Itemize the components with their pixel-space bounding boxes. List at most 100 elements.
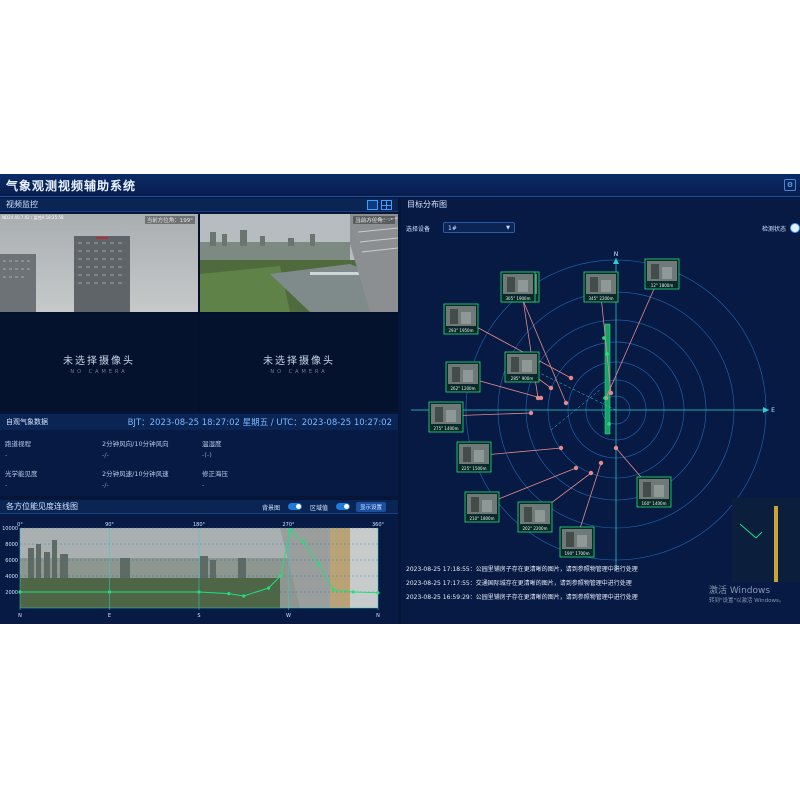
zone-toggle-label: 区域值 xyxy=(310,505,329,512)
device-select[interactable]: 1# ▼ xyxy=(443,222,515,233)
no-camera-text: 未选择摄像头 xyxy=(263,355,335,367)
target-label: 190° 1700m xyxy=(565,551,590,556)
visibility-line-chart: 10000 8000 6000 4000 2000 0° N 90° E 180° S 270° W 36… xyxy=(2,522,385,619)
target-point xyxy=(573,465,579,471)
runway-marker xyxy=(602,336,606,340)
activation-watermark-text: 转到"设置"以激活 Windows。 xyxy=(709,598,785,604)
target-photo-detail xyxy=(601,280,611,292)
target-photo-detail xyxy=(518,280,528,292)
detect-status-label: 检测状态 xyxy=(761,226,786,233)
x-direction-label: E xyxy=(108,613,111,619)
target-panel-header: 目标分布图 xyxy=(401,198,800,212)
north-arrow xyxy=(613,258,619,264)
log-entry: 2023-08-25 17:17:55：交通国际城存在更清晰的图片，请到参照物管… xyxy=(406,580,632,587)
camera-osd: ND24 40.7.02 / 监控A 18:25:58 xyxy=(2,215,64,220)
bg-toggle-label: 背景图 xyxy=(262,505,281,512)
target-point xyxy=(538,395,544,401)
wx-value-rvr: - xyxy=(5,451,8,459)
y-tick-label: 2000 xyxy=(5,590,18,596)
log-entry: 2023-08-25 16:59:29：公园里铺房子存在更清晰的图片，请到参照物… xyxy=(406,594,638,601)
target-photo-detail xyxy=(452,367,460,382)
wx-label-qnh: 修正海压 xyxy=(202,470,228,478)
sector-line xyxy=(550,388,602,431)
data-point xyxy=(227,592,231,596)
x-direction-label: N xyxy=(18,613,22,619)
target-point xyxy=(548,385,554,391)
target-photo-detail xyxy=(566,532,574,547)
target-photo-detail xyxy=(507,277,515,292)
data-point xyxy=(278,574,283,578)
y-tick-label: 8000 xyxy=(5,542,18,548)
target-panel-title: 目标分布图 xyxy=(407,200,447,209)
wx-label-wind-dir: 2分钟风向/10分钟风向 xyxy=(102,440,169,448)
target-label: 262° 1200m xyxy=(451,386,476,391)
device-select-label: 选择设备 xyxy=(406,226,431,233)
video-cell-2[interactable]: 当前方位角：-° xyxy=(200,214,398,312)
app-window: 气象观测视频辅助系统 ⚙ 视频监控 ND24 40.7.02 / 监控A 18:… xyxy=(0,174,800,624)
target-photo-detail xyxy=(463,447,471,462)
runway-marker xyxy=(605,352,609,356)
target-photo-detail xyxy=(446,410,456,422)
video-cell-3[interactable]: 未选择摄像头 NO CAMERA xyxy=(0,314,198,412)
wx-label-rvr: 跑道视程 xyxy=(5,440,31,448)
target-label: 160° 1400m xyxy=(642,501,667,506)
grid-view-icon[interactable] xyxy=(381,200,392,210)
azimuth-label: 当前方位角：-° xyxy=(353,216,395,224)
direction-label: N xyxy=(614,251,619,258)
target-label: 345° 2200m xyxy=(589,296,614,301)
azimuth-label: 当前方位角：199° xyxy=(144,216,195,224)
runway-marker xyxy=(603,396,607,400)
camera-view-park xyxy=(200,214,398,312)
wx-value-qnh: - xyxy=(202,481,205,489)
wx-label-wind-speed: 2分钟风速/10分钟风速 xyxy=(102,470,169,478)
wx-label-humidity: 温湿度 xyxy=(202,440,222,448)
target-panel: 目标分布图 选择设备 1# ▼ 检测状态 NESW 242° 1800m305°… xyxy=(401,198,800,624)
target-photo-detail xyxy=(435,407,443,422)
data-point xyxy=(376,591,380,595)
log-entry: 2023-08-25 17:18:55：公园里铺房子存在更清晰的图片，请到参照物… xyxy=(406,566,638,573)
target-photo-detail xyxy=(577,535,587,547)
single-view-icon[interactable] xyxy=(367,200,378,210)
settings-icon[interactable]: ⚙ xyxy=(784,179,796,191)
target-photo-detail xyxy=(590,277,598,292)
target-point xyxy=(558,445,564,451)
y-tick-label: 10000 xyxy=(2,526,18,532)
target-connector xyxy=(516,285,567,404)
display-settings-button[interactable]: 显示设置 xyxy=(356,502,387,512)
zone-toggle[interactable] xyxy=(336,503,350,510)
target-photo-detail xyxy=(535,510,545,522)
target-photo-detail xyxy=(471,497,479,512)
detect-status-toggle[interactable] xyxy=(790,223,800,233)
x-direction-label: S xyxy=(197,613,200,619)
bg-toggle[interactable] xyxy=(288,503,302,510)
target-point xyxy=(568,375,574,381)
wind-arrow-icon xyxy=(739,506,778,582)
no-camera-text: 未选择摄像头 xyxy=(63,355,135,367)
wx-value-wind-speed: -/- xyxy=(102,481,109,489)
target-label: 293° 1950m xyxy=(449,328,474,333)
activation-watermark-title: 激活 Windows xyxy=(709,586,771,596)
x-direction-label: W xyxy=(286,613,291,619)
target-point xyxy=(588,470,594,476)
no-camera-subtext: NO CAMERA xyxy=(70,368,128,375)
video-cell-4[interactable]: 未选择摄像头 NO CAMERA xyxy=(200,314,398,412)
target-photo-detail xyxy=(450,309,458,324)
x-tick-label: 360° xyxy=(372,522,385,528)
app-title: 气象观测视频辅助系统 xyxy=(6,179,137,193)
wx-value-humidity: -(-) xyxy=(202,451,212,459)
wx-label-visibility: 光学能见度 xyxy=(5,470,38,478)
video-cell-1[interactable]: ND24 40.7.02 / 监控A 18:25:58 当前方位角：199° xyxy=(0,214,198,312)
x-tick-label: 270° xyxy=(282,522,295,528)
data-point xyxy=(316,562,320,566)
direction-label: E xyxy=(771,407,775,414)
weather-title: 自观气象数据 xyxy=(6,418,48,426)
data-point xyxy=(351,590,355,594)
data-point xyxy=(18,590,22,594)
data-point xyxy=(301,540,306,544)
radar-targets: 242° 1800m305° 1900m345° 2200m12° 1800m2… xyxy=(428,258,680,558)
data-point xyxy=(267,586,271,590)
target-photo-detail xyxy=(522,360,532,372)
x-tick-label: 90° xyxy=(105,522,114,528)
data-point xyxy=(331,588,335,592)
wx-value-visibility: - xyxy=(5,481,8,489)
